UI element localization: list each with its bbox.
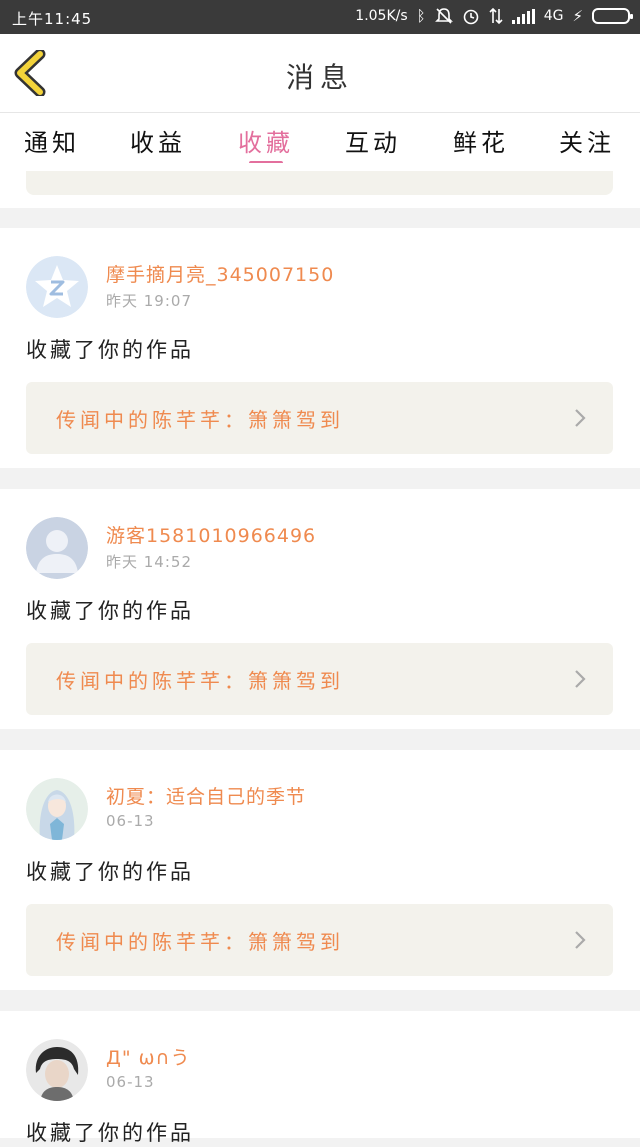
chevron-right-icon xyxy=(575,931,586,949)
list-item-partial xyxy=(0,163,640,208)
default-person-avatar-icon xyxy=(26,517,88,579)
chevron-right-icon xyxy=(575,409,586,427)
charging-icon: ⚡ xyxy=(572,7,583,25)
tab-favorites[interactable]: 收藏 xyxy=(221,123,311,158)
signal-icon xyxy=(511,8,535,24)
username[interactable]: 摩手摘月亮_345007150 xyxy=(106,260,334,287)
work-link-partial[interactable] xyxy=(26,171,613,195)
work-title: 传闻中的陈芊芊：箫箫驾到 xyxy=(56,669,344,693)
list-item: Д" ω∩う 06-13 收藏了你的作品 xyxy=(0,1011,640,1145)
tab-interaction[interactable]: 互动 xyxy=(328,123,418,158)
status-icons: 1.05K/s ᛒ 4G ⚡ xyxy=(355,7,633,25)
work-title: 传闻中的陈芊芊：箫箫驾到 xyxy=(56,930,344,954)
tab-flowers[interactable]: 鲜花 xyxy=(436,123,526,158)
battery-icon xyxy=(592,8,633,24)
status-bar: 上午11:45 1.05K/s ᛒ 4G ⚡ xyxy=(0,0,640,34)
avatar[interactable] xyxy=(26,1039,88,1101)
mute-icon xyxy=(434,8,453,24)
photo-avatar xyxy=(26,1039,88,1101)
tab-bar: 通知 收益 收藏 互动 鲜花 关注 xyxy=(0,113,640,165)
tab-notify[interactable]: 通知 xyxy=(7,123,97,158)
qq-avatar-icon xyxy=(26,256,88,318)
username[interactable]: Д" ω∩う xyxy=(106,1043,190,1070)
avatar[interactable] xyxy=(26,778,88,840)
timestamp: 06-13 xyxy=(106,1073,155,1091)
timestamp: 昨天 14:52 xyxy=(106,553,192,571)
action-text: 收藏了你的作品 xyxy=(26,860,194,884)
header: 消息 xyxy=(0,34,640,113)
timestamp: 06-13 xyxy=(106,812,155,830)
network-type: 4G xyxy=(543,8,564,24)
work-link[interactable]: 传闻中的陈芊芊：箫箫驾到 xyxy=(26,643,613,715)
alarm-icon xyxy=(463,9,478,25)
avatar[interactable] xyxy=(26,517,88,579)
action-text: 收藏了你的作品 xyxy=(26,1121,194,1145)
chevron-right-icon xyxy=(575,670,586,688)
status-time: 上午11:45 xyxy=(12,10,93,28)
list-item: 游客1581010966496 昨天 14:52 收藏了你的作品 传闻中的陈芊芊… xyxy=(0,489,640,729)
username[interactable]: 初夏：适合自己的季节 xyxy=(106,782,306,809)
anime-girl-avatar xyxy=(26,778,88,840)
page-title: 消息 xyxy=(285,61,354,94)
work-link[interactable]: 传闻中的陈芊芊：箫箫驾到 xyxy=(26,382,613,454)
list-item: 初夏：适合自己的季节 06-13 收藏了你的作品 传闻中的陈芊芊：箫箫驾到 xyxy=(0,750,640,990)
data-transfer-icon xyxy=(489,7,503,25)
bluetooth-icon: ᛒ xyxy=(416,7,426,25)
action-text: 收藏了你的作品 xyxy=(26,338,194,362)
tab-earnings[interactable]: 收益 xyxy=(113,123,203,158)
username[interactable]: 游客1581010966496 xyxy=(106,521,316,548)
work-link[interactable]: 传闻中的陈芊芊：箫箫驾到 xyxy=(26,904,613,976)
avatar[interactable] xyxy=(26,256,88,318)
action-text: 收藏了你的作品 xyxy=(26,599,194,623)
work-title: 传闻中的陈芊芊：箫箫驾到 xyxy=(56,408,344,432)
timestamp: 昨天 19:07 xyxy=(106,292,192,310)
tab-follow[interactable]: 关注 xyxy=(542,123,632,158)
network-speed: 1.05K/s xyxy=(355,8,408,24)
list-item: 摩手摘月亮_345007150 昨天 19:07 收藏了你的作品 传闻中的陈芊芊… xyxy=(0,228,640,468)
